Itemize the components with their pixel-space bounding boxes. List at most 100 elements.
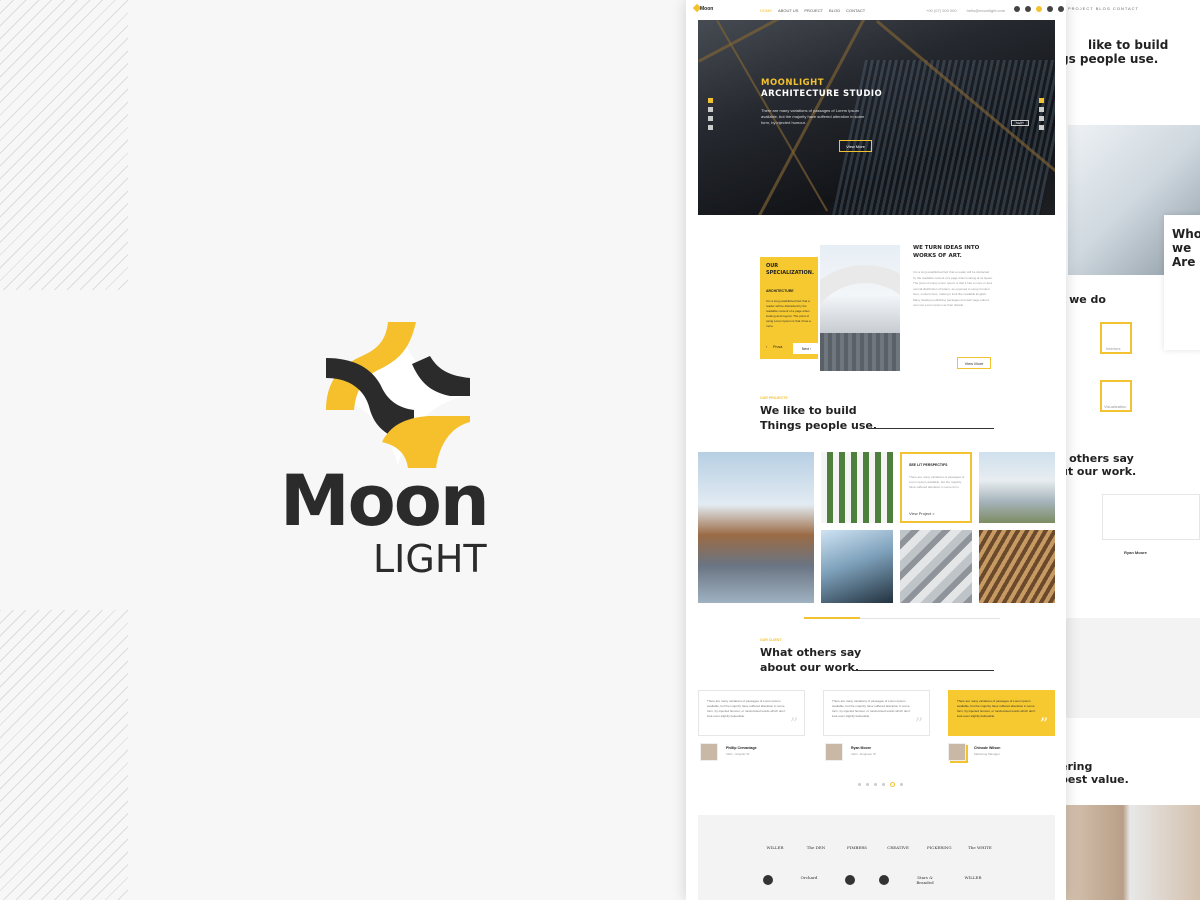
- project-tile[interactable]: [979, 530, 1055, 603]
- project-card-text: There are many variations of passages of…: [909, 475, 965, 489]
- section-divider: [804, 617, 860, 619]
- person-role: CEO - Engineer W: [851, 752, 876, 756]
- logo-star-icon: [326, 322, 470, 468]
- client-logos-row-1: WILLER The DEN FIMBERS CREATIVE PICKERIN…: [763, 845, 992, 850]
- avatar: [948, 743, 966, 761]
- twitter-icon[interactable]: [1025, 6, 1031, 12]
- back-service-2-label: Visualization: [1104, 404, 1127, 409]
- pager-dot[interactable]: [900, 783, 903, 786]
- instagram-icon[interactable]: [1036, 6, 1042, 12]
- quote-icon: ”: [789, 714, 798, 733]
- pager-dot[interactable]: [866, 783, 869, 786]
- back-who-3: Are: [1172, 255, 1196, 269]
- back-nav: PROJECT BLOG CONTACT: [1068, 6, 1139, 11]
- site-nav: HOME ABOUT US PROJECT BLOG CONTACT: [760, 8, 865, 13]
- spec-next-button[interactable]: Next ›: [793, 343, 820, 354]
- back-heading-2: gs people use.: [1060, 52, 1159, 66]
- testimonial-text: There are many variations of passages of…: [832, 699, 911, 718]
- hero-slider-dots-left[interactable]: [708, 98, 713, 130]
- testimonial-card-active: There are many variations of passages of…: [948, 690, 1055, 736]
- back-who-card: Who we Are: [1164, 215, 1200, 350]
- hero-view-more-button[interactable]: View More: [839, 140, 872, 152]
- nav-about[interactable]: ABOUT US: [778, 8, 798, 13]
- projects-label: OUR PROJECTS: [760, 396, 788, 400]
- pager-dot[interactable]: [874, 783, 877, 786]
- hero-banner: MOONLIGHT ARCHITECTURE STUDIO There are …: [698, 20, 1055, 215]
- clients-title-line: [854, 670, 994, 671]
- client-logo: FIMBERS: [846, 845, 868, 850]
- client-logo: WILLER: [964, 875, 982, 880]
- project-card-link[interactable]: View Project >: [909, 511, 935, 516]
- person-role: Marketing Manager: [974, 752, 1000, 756]
- pager-dot[interactable]: [858, 783, 861, 786]
- spec-prev-label: Prova: [773, 345, 783, 349]
- quote-icon: ”: [1039, 714, 1048, 733]
- project-tile[interactable]: [821, 452, 893, 523]
- back-heading-1: like to build: [1088, 38, 1169, 52]
- logo-subword: LIGHT: [373, 537, 487, 581]
- back-person-name: Ryan Moore: [1124, 550, 1147, 555]
- spec-subtitle: ARCHITECTURE: [766, 289, 794, 293]
- header-phone: +00 (07) 000 000: [926, 8, 957, 13]
- background-page-mockup: PROJECT BLOG CONTACT like to build gs pe…: [1060, 0, 1200, 900]
- back-who-2: we: [1172, 241, 1192, 255]
- section-divider-grey: [860, 618, 1000, 619]
- nav-blog[interactable]: BLOG: [829, 8, 840, 13]
- project-tile[interactable]: [979, 452, 1055, 523]
- back-service-box-2: Visualization: [1100, 380, 1132, 412]
- client-logo: CREATIVE: [887, 845, 909, 850]
- hero-next-button[interactable]: NEXT: [1011, 120, 1029, 126]
- spec-text: It is a long established fact that a rea…: [766, 299, 811, 328]
- ideas-view-more-button[interactable]: View More: [957, 357, 991, 369]
- testimonial-card: There are many variations of passages of…: [823, 690, 930, 736]
- site-brand[interactable]: Moon: [700, 6, 713, 12]
- project-tile[interactable]: [900, 530, 972, 603]
- ideas-text: It is a long established fact that a rea…: [913, 270, 993, 307]
- person-name: Ryan Moore: [851, 746, 872, 750]
- header-social: [1014, 6, 1064, 12]
- client-logo: PICKERING: [927, 845, 952, 850]
- client-logo: WILLER: [766, 845, 784, 850]
- pager-dot[interactable]: [882, 783, 885, 786]
- testimonial-pager[interactable]: [858, 782, 903, 787]
- avatar: [700, 743, 718, 761]
- logo-wordmark: Moon: [280, 460, 490, 542]
- back-who-1: Who: [1172, 227, 1200, 241]
- hero-overlay: [698, 20, 1055, 215]
- stripe-pattern-bottom: [0, 610, 128, 900]
- spec-prev-link[interactable]: ‹ Prova: [766, 345, 782, 349]
- facebook-icon[interactable]: [1014, 6, 1020, 12]
- header-email[interactable]: hello@moonlight.com: [967, 8, 1006, 13]
- projects-title-line: [870, 428, 994, 429]
- site-header: Moon HOME ABOUT US PROJECT BLOG CONTACT …: [686, 0, 1066, 20]
- pager-dot-active[interactable]: [890, 782, 895, 787]
- client-logo: The DEN: [806, 845, 826, 850]
- hero-text: There are many variations of passages of…: [761, 108, 865, 125]
- client-logos: WILLER The DEN FIMBERS CREATIVE PICKERIN…: [698, 815, 1055, 900]
- testimonial-card: There are many variations of passages of…: [698, 690, 805, 736]
- testimonial-text: There are many variations of passages of…: [957, 699, 1036, 718]
- brand-logo: Moon LIGHT: [270, 318, 510, 588]
- clients-title-1: What others say: [760, 646, 862, 659]
- hero-title: MOONLIGHT: [761, 78, 824, 88]
- projects-title-1: We like to build: [760, 404, 857, 417]
- client-logo-icon: [763, 875, 773, 885]
- client-logos-row-2: Orchard Stars & Branded WILLER: [763, 875, 985, 885]
- google-icon[interactable]: [1058, 6, 1064, 12]
- nav-project[interactable]: PROJECT: [804, 8, 823, 13]
- client-logo: Orchard: [800, 875, 818, 880]
- avatar: [825, 743, 843, 761]
- project-card[interactable]: SEE LIT PERSPECTIFS There are many varia…: [900, 452, 972, 523]
- spec-title: OUR SPECIALIZATION.: [766, 263, 814, 276]
- project-card-title: SEE LIT PERSPECTIFS: [909, 463, 948, 467]
- back-team-photo: [1060, 805, 1200, 900]
- nav-home[interactable]: HOME: [760, 8, 772, 13]
- project-tile[interactable]: [698, 452, 814, 603]
- project-tile[interactable]: [821, 530, 893, 603]
- chevron-right-icon: ›: [810, 346, 812, 351]
- person-name: Phillip Cervantage: [726, 746, 757, 750]
- linkedin-icon[interactable]: [1047, 6, 1053, 12]
- hero-slider-dots-right[interactable]: [1039, 98, 1044, 130]
- projects-title-2: Things people use.: [760, 419, 878, 432]
- nav-contact[interactable]: CONTACT: [846, 8, 865, 13]
